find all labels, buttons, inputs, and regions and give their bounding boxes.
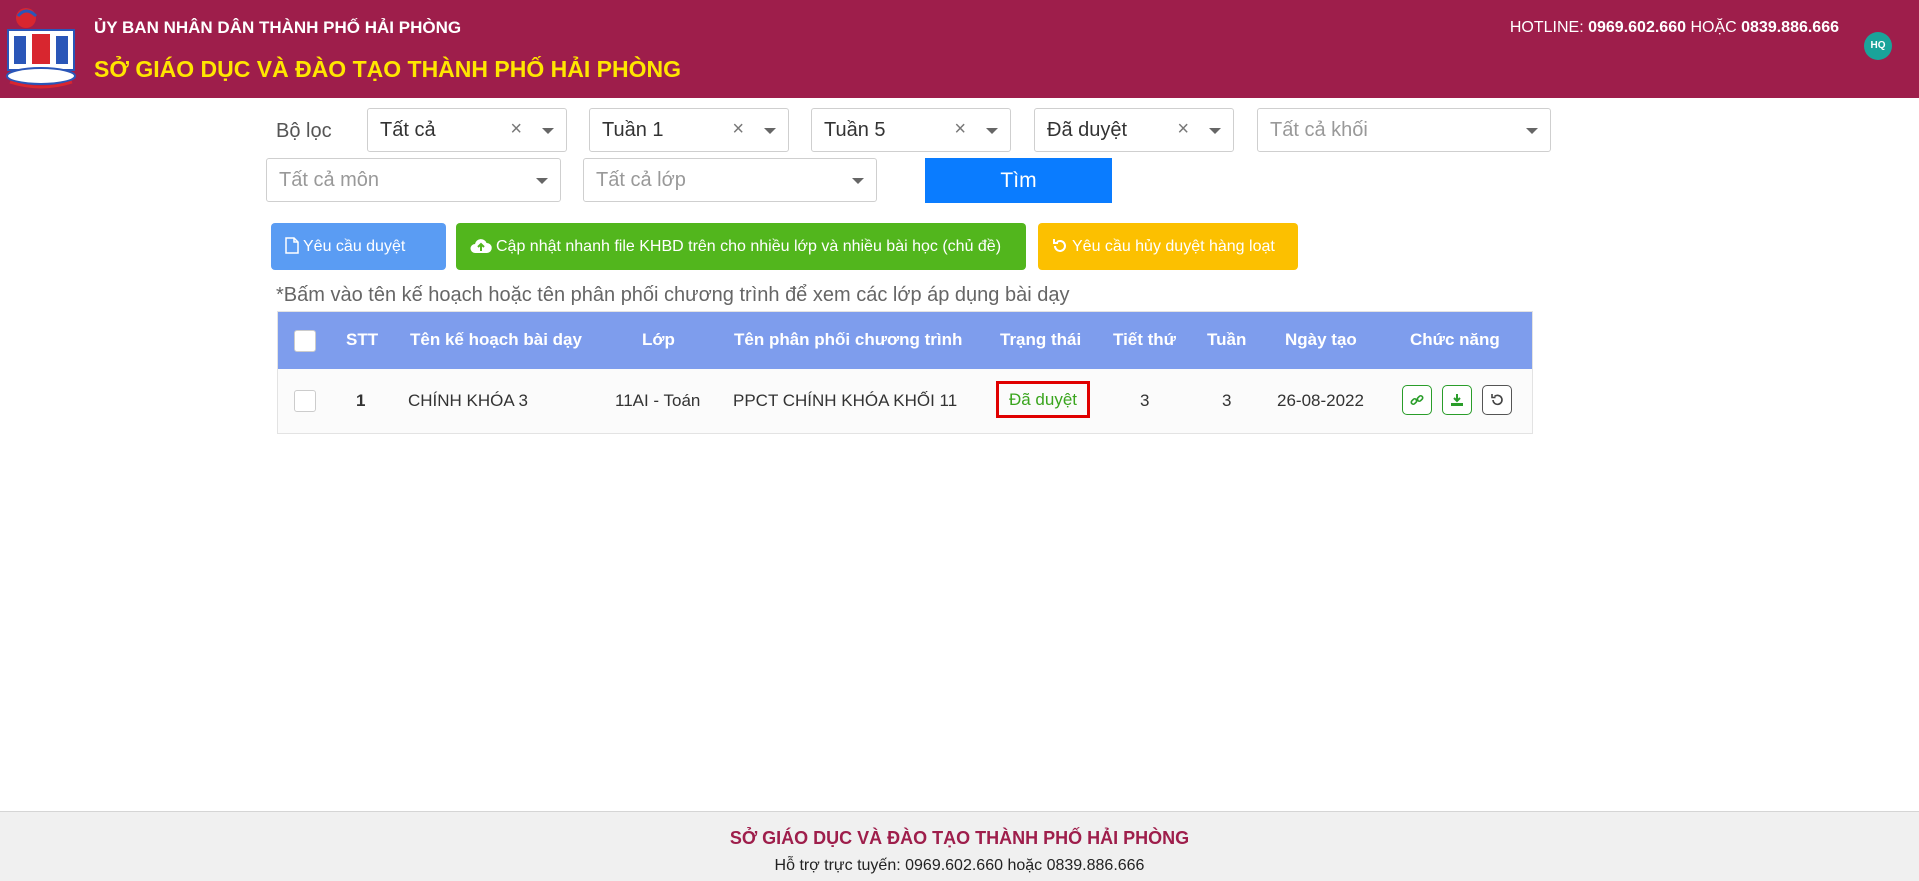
department-logo[interactable] [2, 4, 80, 92]
hotline: HOTLINE: 0969.602.660 HOẶC 0839.886.666 [1510, 19, 1839, 37]
chevron-down-icon [986, 128, 998, 134]
hotline-label: HOTLINE: [1509, 19, 1584, 36]
header-plan: Tên kế hoạch bài dạy [410, 330, 582, 349]
row-created: 26-08-2022 [1277, 391, 1364, 410]
header-stt: STT [346, 330, 379, 349]
filter-label: Bộ lọc [276, 120, 332, 142]
grade-select-placeholder: Tất cả khối [1270, 119, 1368, 141]
clear-icon[interactable]: × [1177, 118, 1189, 141]
department-name: SỞ GIÁO DỤC VÀ ĐÀO TẠO THÀNH PHỐ HẢI PHÒ… [94, 56, 681, 82]
cloud-upload-icon [470, 239, 492, 253]
type-select-value: Tất cả [380, 119, 436, 141]
row-plan-name[interactable]: CHÍNH KHÓA 3 [408, 391, 528, 411]
chevron-down-icon [764, 128, 776, 134]
clear-icon[interactable]: × [732, 118, 744, 141]
top-header: ỦY BAN NHÂN DÂN THÀNH PHỐ HẢI PHÒNG SỞ G… [0, 0, 1919, 98]
request-approval-label: Yêu cầu duyệt [303, 238, 406, 255]
header-created: Ngày tạo [1285, 330, 1357, 349]
chevron-down-icon [536, 178, 548, 184]
undo-icon [1053, 239, 1066, 252]
hotline-or: HOẶC [1690, 19, 1737, 36]
type-select[interactable]: Tất cả × [367, 108, 567, 152]
user-avatar[interactable]: HQ [1864, 32, 1892, 60]
row-class: 11AI - Toán [615, 391, 701, 410]
table-row: 1 CHÍNH KHÓA 3 11AI - Toán PPCT CHÍNH KH… [278, 369, 1532, 433]
status-badge: Đã duyệt [996, 381, 1090, 418]
week-to-value: Tuần 5 [824, 119, 886, 141]
table-header: STT Tên kế hoạch bài dạy Lớp Tên phân ph… [278, 312, 1532, 369]
search-button[interactable]: Tìm [925, 158, 1112, 203]
chevron-down-icon [852, 178, 864, 184]
status-select[interactable]: Đã duyệt × [1034, 108, 1234, 152]
header-program: Tên phân phối chương trình [734, 330, 963, 349]
header-class: Lớp [642, 330, 675, 349]
week-from-select[interactable]: Tuần 1 × [589, 108, 789, 152]
status-select-value: Đã duyệt [1047, 119, 1128, 141]
select-all-checkbox[interactable] [294, 330, 316, 352]
week-to-select[interactable]: Tuần 5 × [811, 108, 1011, 152]
bulk-update-label: Cập nhật nhanh file KHBD trên cho nhiều … [496, 238, 1002, 255]
link-button[interactable] [1402, 385, 1432, 415]
bulk-cancel-label: Yêu cầu hủy duyệt hàng loạt [1072, 238, 1275, 255]
class-select[interactable]: Tất cả lớp [583, 158, 877, 202]
header-actions: Chức năng [1410, 330, 1500, 349]
bulk-cancel-approval-button[interactable]: Yêu cầu hủy duyệt hàng loạt [1038, 223, 1298, 270]
grade-select[interactable]: Tất cả khối [1257, 108, 1551, 152]
link-icon [1410, 394, 1424, 406]
header-status: Trạng thái [1000, 330, 1082, 349]
clear-icon[interactable]: × [510, 118, 522, 141]
hotline-number-2: 0839.886.666 [1741, 19, 1839, 36]
row-period: 3 [1140, 391, 1150, 410]
revert-button[interactable] [1482, 385, 1512, 415]
chevron-down-icon [1526, 128, 1538, 134]
hint-note: *Bấm vào tên kế hoạch hoặc tên phân phối… [276, 284, 1070, 306]
class-select-placeholder: Tất cả lớp [596, 169, 686, 191]
row-program-name[interactable]: PPCT CHÍNH KHÓA KHỐI 11 [733, 391, 957, 411]
download-icon [1451, 394, 1463, 406]
header-week: Tuần [1207, 330, 1247, 349]
lesson-plan-table: STT Tên kế hoạch bài dạy Lớp Tên phân ph… [277, 311, 1533, 434]
row-stt: 1 [356, 391, 366, 410]
chevron-down-icon [542, 128, 554, 134]
chevron-down-icon [1209, 128, 1221, 134]
footer: SỞ GIÁO DỤC VÀ ĐÀO TẠO THÀNH PHỐ HẢI PHÒ… [0, 811, 1919, 881]
download-button[interactable] [1442, 385, 1472, 415]
bulk-update-button[interactable]: Cập nhật nhanh file KHBD trên cho nhiều … [456, 223, 1026, 270]
subject-select[interactable]: Tất cả môn [266, 158, 561, 202]
header-period: Tiết thứ [1113, 330, 1176, 349]
row-checkbox[interactable] [294, 390, 316, 412]
org-name: ỦY BAN NHÂN DÂN THÀNH PHỐ HẢI PHÒNG [94, 18, 462, 37]
week-from-value: Tuần 1 [602, 119, 664, 141]
row-week: 3 [1222, 391, 1232, 410]
request-approval-button[interactable]: Yêu cầu duyệt [271, 223, 446, 270]
footer-support: Hỗ trợ trực tuyến: 0969.602.660 hoặc 083… [774, 857, 1145, 874]
hotline-number-1: 0969.602.660 [1588, 19, 1686, 36]
clear-icon[interactable]: × [954, 118, 966, 141]
footer-title: SỞ GIÁO DỤC VÀ ĐÀO TẠO THÀNH PHỐ HẢI PHÒ… [729, 828, 1190, 848]
undo-icon [1491, 394, 1503, 406]
subject-select-placeholder: Tất cả môn [279, 169, 380, 191]
file-icon [285, 237, 299, 254]
